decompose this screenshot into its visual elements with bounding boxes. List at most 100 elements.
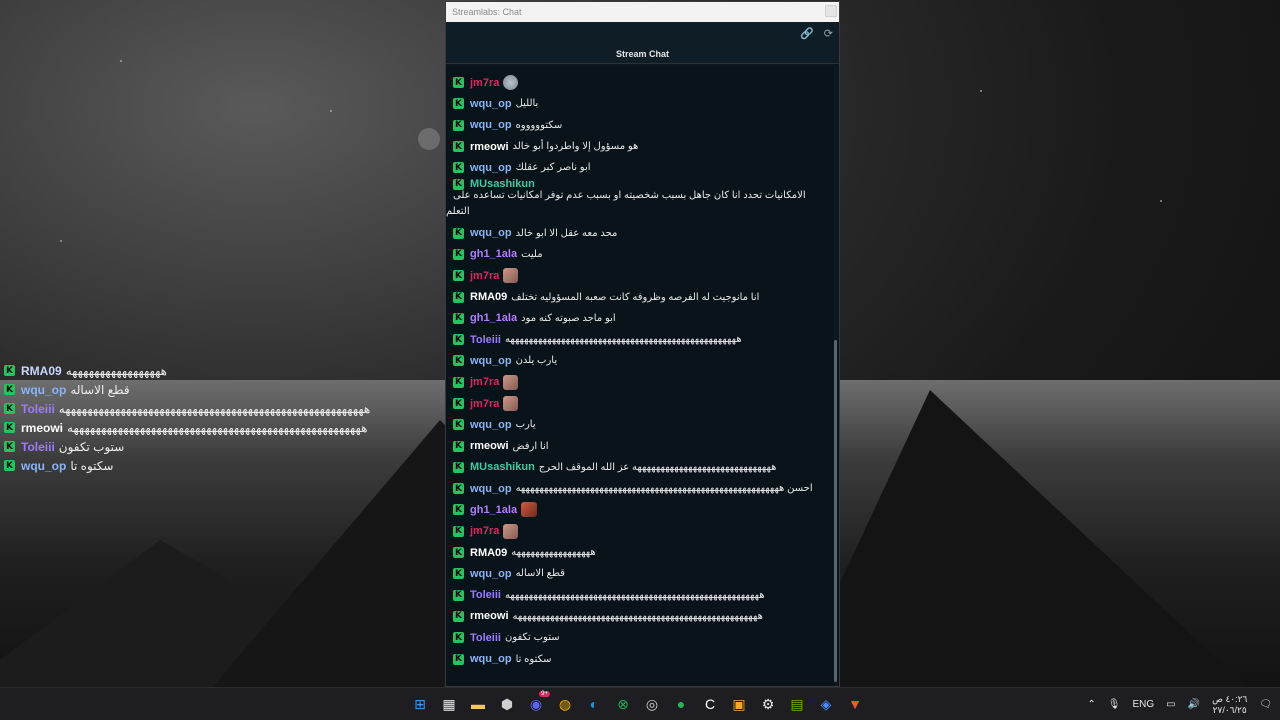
kick-badge-icon: K [453,440,464,452]
chat-message: Kjm7ra [453,72,831,93]
kick-badge-icon: K [453,398,464,409]
app-icon[interactable]: ◈ [815,691,837,717]
kick-badge-icon: K [453,419,464,431]
taskbar-apps: ⊞ ▦ ▬ ⬢ ◉ 9+ ◍ ◐ ⊗ ◎ ● C ▣ ⚙ ▤ ◈ ▼ [409,691,866,717]
chat-username[interactable]: RMA09 [470,547,507,559]
kick-badge-icon: K [453,248,464,260]
chat-username[interactable]: jm7ra [470,376,499,388]
kick-badge-icon: K [4,460,15,471]
chat-message-text: الامكانيات تحدد انا كان جاهل بسبب شخصيته… [453,190,806,202]
chat-message-text: بالليل [515,98,539,110]
chat-message-text: ابو ناصر كبر عقلك [515,162,591,174]
kick-badge-icon: K [453,312,464,324]
chat-message-text-wrap: التعلم [446,206,470,218]
chevron-up-icon[interactable]: ⌃ [1087,699,1095,710]
store-icon[interactable]: ▦ [438,691,460,717]
kick-badge-icon: K [453,77,464,89]
link-icon[interactable]: 🔗 [800,27,814,40]
overlay-username: RMA09 [21,363,62,378]
kick-badge-icon: K [453,610,464,622]
kick-badge-icon: K [453,227,464,239]
emote-icon [503,75,519,91]
chat-message: Kjm7ra [453,393,831,414]
network-icon[interactable]: ▭ [1166,699,1175,710]
window-title: Streamlabs: Chat [452,7,522,17]
chat-username[interactable]: wqu_op [470,483,512,495]
chat-username[interactable]: rmeowi [470,610,509,622]
kick-badge-icon: K [453,178,464,190]
obs-icon[interactable]: ◎ [641,691,663,717]
window-titlebar[interactable]: Streamlabs: Chat [446,2,839,22]
media-icon[interactable]: ▣ [728,691,750,717]
brave-icon[interactable]: ▼ [844,691,866,717]
chat-message: Krmeowi هو مسؤول إلا واطردوا أبو خالد [453,136,831,157]
chat-scrollbar-thumb[interactable] [834,340,837,682]
chat-message-text: سكتوووووه [515,119,563,131]
kick-badge-icon: K [453,270,464,282]
chat-username[interactable]: wqu_op [470,162,512,174]
file-explorer-icon[interactable]: ▬ [467,691,489,717]
chat-username[interactable]: wqu_op [470,568,512,580]
kick-badge-icon: K [453,461,464,473]
chat-username[interactable]: wqu_op [470,119,512,131]
chat-username[interactable]: Toleiii [470,334,501,346]
steam-icon[interactable]: ◐ [583,691,605,717]
chat-username[interactable]: Toleiii [470,632,501,644]
chat-username[interactable]: wqu_op [470,227,512,239]
chat-username[interactable]: Toleiii [470,589,501,601]
chat-message-text: انا مانوجيت له الفرصه وظروفه كانت صعبه ا… [511,291,760,303]
kick-badge-icon: K [4,441,15,452]
chat-username[interactable]: jm7ra [470,77,499,89]
wallpaper-mountain [790,390,1250,690]
overlay-message: Kwqu_op سكتوه تا [4,456,370,475]
clock[interactable]: ٤٠:٢٦ ص ٢٧/٠٦/٢٥ [1212,694,1247,716]
chat-message: Kgh1_1ala مليت [453,244,831,265]
steam-helper-icon[interactable]: ⬢ [496,691,518,717]
windows-start-icon[interactable]: ⊞ [409,691,431,717]
chat-message: K Toleiii هههههههههههههههههههههههههههههههه… [453,585,831,606]
chat-username[interactable]: MUsashikun [470,178,535,190]
discord-icon[interactable]: ◉ 9+ [525,691,550,717]
ccleaner-icon[interactable]: C [699,691,721,717]
chrome-icon[interactable]: ◍ [554,691,576,717]
chat-scrollbar[interactable] [834,66,838,686]
chat-message-text: مليت [521,248,543,260]
spotify-icon[interactable]: ● [670,691,692,717]
wallpaper-star [330,110,332,112]
kick-badge-icon: K [453,632,464,644]
chat-username[interactable]: gh1_1ala [470,248,517,260]
chat-message: Kwqu_op بالليل [453,93,831,114]
chat-username[interactable]: jm7ra [470,398,499,410]
chat-username[interactable]: jm7ra [470,270,499,282]
nvidia-icon[interactable]: ▤ [786,691,808,717]
chat-username[interactable]: wqu_op [470,419,512,431]
chat-username[interactable]: gh1_1ala [470,312,517,324]
settings-icon[interactable]: ⚙ [757,691,779,717]
chat-username[interactable]: gh1_1ala [470,504,517,516]
kick-badge-icon: K [453,589,464,601]
emote-icon [503,268,519,284]
chat-message-list[interactable]: Kjm7ra Kwqu_op بالليل Kwqu_op سكتوووووه Krmeo… [446,66,839,686]
chat-username[interactable]: wqu_op [470,98,512,110]
chat-username[interactable]: wqu_op [470,355,512,367]
volume-icon[interactable]: 🔊 [1188,699,1200,710]
chat-username[interactable]: MUsashikun [470,461,535,473]
language-indicator[interactable]: ENG [1132,699,1154,710]
notification-icon[interactable]: 🗨 [1259,699,1272,710]
chat-message-text: يارب يلدن [515,355,558,367]
discord-notification-badge: 9+ [539,691,550,697]
xbox-icon[interactable]: ⊗ [612,691,634,717]
chat-username[interactable]: jm7ra [470,525,499,537]
microphone-icon[interactable]: 🎙 [1108,699,1121,710]
emote-icon [503,374,519,390]
kick-badge-icon: K [453,291,464,303]
chat-username[interactable]: RMA09 [470,291,507,303]
chat-message: Kgh1_1ala ابو ماجد صبوته كنه مود [453,308,831,329]
wallpaper-star [1160,200,1162,202]
wallpaper-star [120,60,122,62]
chat-username[interactable]: wqu_op [470,653,512,665]
chat-username[interactable]: rmeowi [470,141,509,153]
chat-username[interactable]: rmeowi [470,440,509,452]
window-close-button[interactable] [825,5,837,17]
refresh-icon[interactable]: ⟳ [824,27,833,40]
